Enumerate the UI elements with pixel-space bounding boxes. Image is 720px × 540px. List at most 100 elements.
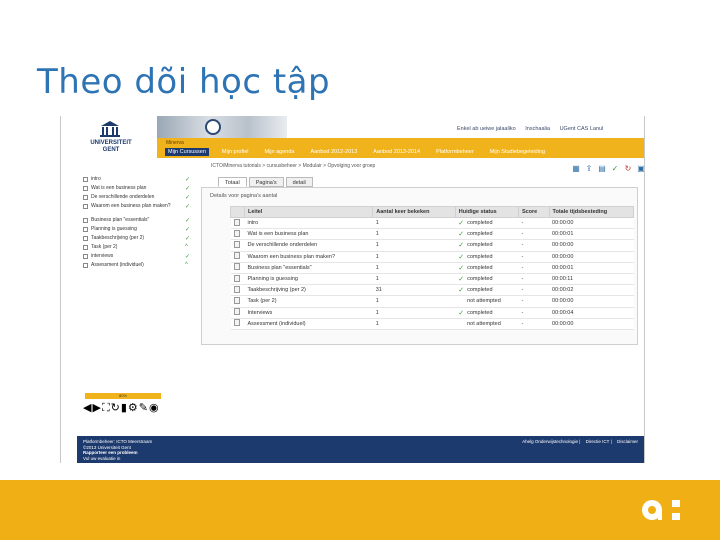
tab-paginas[interactable]: Pagina's [248,177,284,187]
top-link-3[interactable]: UGent CAS Lanul [560,126,604,132]
row-views: 1 [372,273,456,286]
check-icon[interactable]: ✓ [610,164,620,174]
statistics-icon[interactable]: ▮ [121,402,127,414]
tree-item-label: interviews [91,253,114,259]
row-status: completed [464,239,519,252]
tree-item[interactable]: Task (per 2) ^ [83,244,198,253]
column-header[interactable]: Aantal keer bekeken [372,206,456,218]
previous-icon[interactable]: ◀ [83,402,91,414]
row-title: intro [244,217,373,230]
row-views: 1 [372,295,456,308]
row-status: completed [464,262,519,274]
nav-studiebegeleiding[interactable]: Mijn Studiebegeleiding [487,148,548,156]
nav-platformbeheer[interactable]: Platformbeheer [433,148,477,156]
results-title: Details voor pagina's aantal [210,193,278,199]
top-link-2[interactable]: Inschaalia [525,126,550,132]
status-check-icon: ✓ [185,195,191,201]
tree-item-label: intro [91,176,101,182]
tree-item[interactable]: Waarom een business plan maken? ✓ [83,203,198,217]
check-icon: ✓ [455,251,465,263]
footer-link-directie-ict[interactable]: Directie ICT [586,439,610,444]
next-icon[interactable]: ▶ [92,402,100,414]
footer-link-onderwijstechnologie[interactable]: Ahelg Onderwijstechnologie [522,439,578,444]
status-incomplete-icon: ^ [185,244,188,250]
column-header[interactable]: Huidige status [454,206,519,218]
top-link-1[interactable]: Enkel ab ueiwe jalaaliko [457,126,516,132]
university-logo[interactable]: UNIVERSITEIT GENT [81,120,141,160]
footer-line-1: Platformbeheer: ICTO Meerstraam [83,439,153,444]
column-header-icon [230,206,245,218]
tree-item[interactable]: Business plan "essentials" ✓ [83,217,198,226]
page-icon [83,186,88,191]
row-time: 00:00:00 [549,251,634,263]
row-score: - [518,251,550,263]
row-title: Taakbeschrijving (per 2) [244,284,373,297]
row-views: 1 [372,318,456,330]
column-header[interactable]: Totale tijdsbesteding [548,206,635,218]
check-icon: ✓ [455,262,465,274]
reload-icon[interactable]: ↻ [111,402,120,414]
row-title: Planning is guessing [244,273,373,286]
page-icon [233,229,240,237]
table-row: Assessment (individuel) 1 not attempted -00… [230,318,634,330]
tab-totaal[interactable]: Totaal [218,177,247,187]
settings-gear-icon[interactable]: ⚙ [128,402,138,414]
column-header[interactable]: Leitel [243,206,374,218]
row-status: completed [464,307,519,319]
row-time: 00:00:00 [549,239,634,252]
row-time: 00:00:00 [549,295,634,308]
column-header[interactable]: Score [517,206,550,218]
nav-mijn-cursussen[interactable]: Mijn Cursussen [165,148,209,156]
footer-link-disclaimer[interactable]: Disclaimer [617,439,638,444]
table-row: Interviews 1 ✓ completed -00:00:04 [230,307,634,319]
tree-item[interactable]: Assessment (individuel) ^ [83,262,198,271]
row-status: not attempted [464,295,519,308]
nav-mijn-profiel[interactable]: Mijn profiel [219,148,252,156]
settings-icon[interactable]: ▣ [636,164,644,174]
fullscreen-icon[interactable]: ⛶ [102,402,110,414]
breadcrumb[interactable]: ICTO/Minerva tutorials > cursusbeheer > … [211,163,375,169]
table-row: Planning is guessing 1 ✓ completed -00:00:11 [230,273,634,286]
refresh-icon[interactable]: ↻ [623,164,633,174]
check-icon [455,318,465,330]
page-icon [233,252,240,260]
page-icon [233,308,240,316]
status-check-icon: ✓ [185,254,191,260]
row-title: Wat is een business plan [244,228,373,241]
module-tree: intro ✓ Wat is een business plan ✓ De vers… [83,176,198,271]
row-score: - [518,217,550,230]
document-icon[interactable]: ▤ [597,164,607,174]
footer-evaluation-link[interactable]: Vul uw evaluatie in [83,456,152,462]
nav-mijn-agenda[interactable]: Mijn agenda [262,148,298,156]
row-status: completed [464,251,519,263]
play-icon[interactable]: ◉ [149,402,159,414]
tree-item[interactable]: Taakbeschrijving (per 2) ✓ [83,235,198,244]
check-icon: ✓ [455,228,465,241]
row-status: completed [464,228,519,241]
tree-item[interactable]: Planning is guessing ✓ [83,226,198,235]
export-icon[interactable]: ⇪ [584,164,594,174]
top-links: Enkel ab ueiwe jalaaliko Inschaalia UGen… [457,126,611,132]
row-title: Assessment (individuel) [244,318,373,330]
row-time: 00:00:02 [549,284,634,297]
tree-item[interactable]: Wat is een business plan ✓ [83,185,198,194]
tree-item[interactable]: De verschillende onderdelen ✓ [83,194,198,203]
table-row: Wat is een business plan 1 ✓ completed -00:0… [230,228,634,241]
row-status: not attempted [464,318,519,330]
row-time: 00:00:04 [549,307,634,319]
row-title: Business plan "essentials" [244,262,373,274]
nav-aanbod-2013[interactable]: Aanbod 2013-2014 [370,148,423,156]
tree-item[interactable]: interviews ✓ [83,253,198,262]
nav-aanbod-2012[interactable]: Aanbod 2012-2013 [307,148,360,156]
tree-item-label: Planning is guessing [91,226,137,232]
progress-bar: 80% [85,393,161,399]
row-score: - [518,295,550,308]
tab-detail[interactable]: detail [285,177,313,187]
table-icon[interactable]: ▦ [571,164,581,174]
edit-pencil-icon[interactable]: ✎ [139,402,148,414]
row-score: - [518,307,550,319]
row-time: 00:00:00 [549,318,634,330]
table-row: De verschillende onderdelen 1 ✓ completed -0… [230,239,634,252]
tree-item[interactable]: intro ✓ [83,176,198,185]
table-row: Taakbeschrijving (per 2) 31 ✓ completed -00:… [230,284,634,297]
